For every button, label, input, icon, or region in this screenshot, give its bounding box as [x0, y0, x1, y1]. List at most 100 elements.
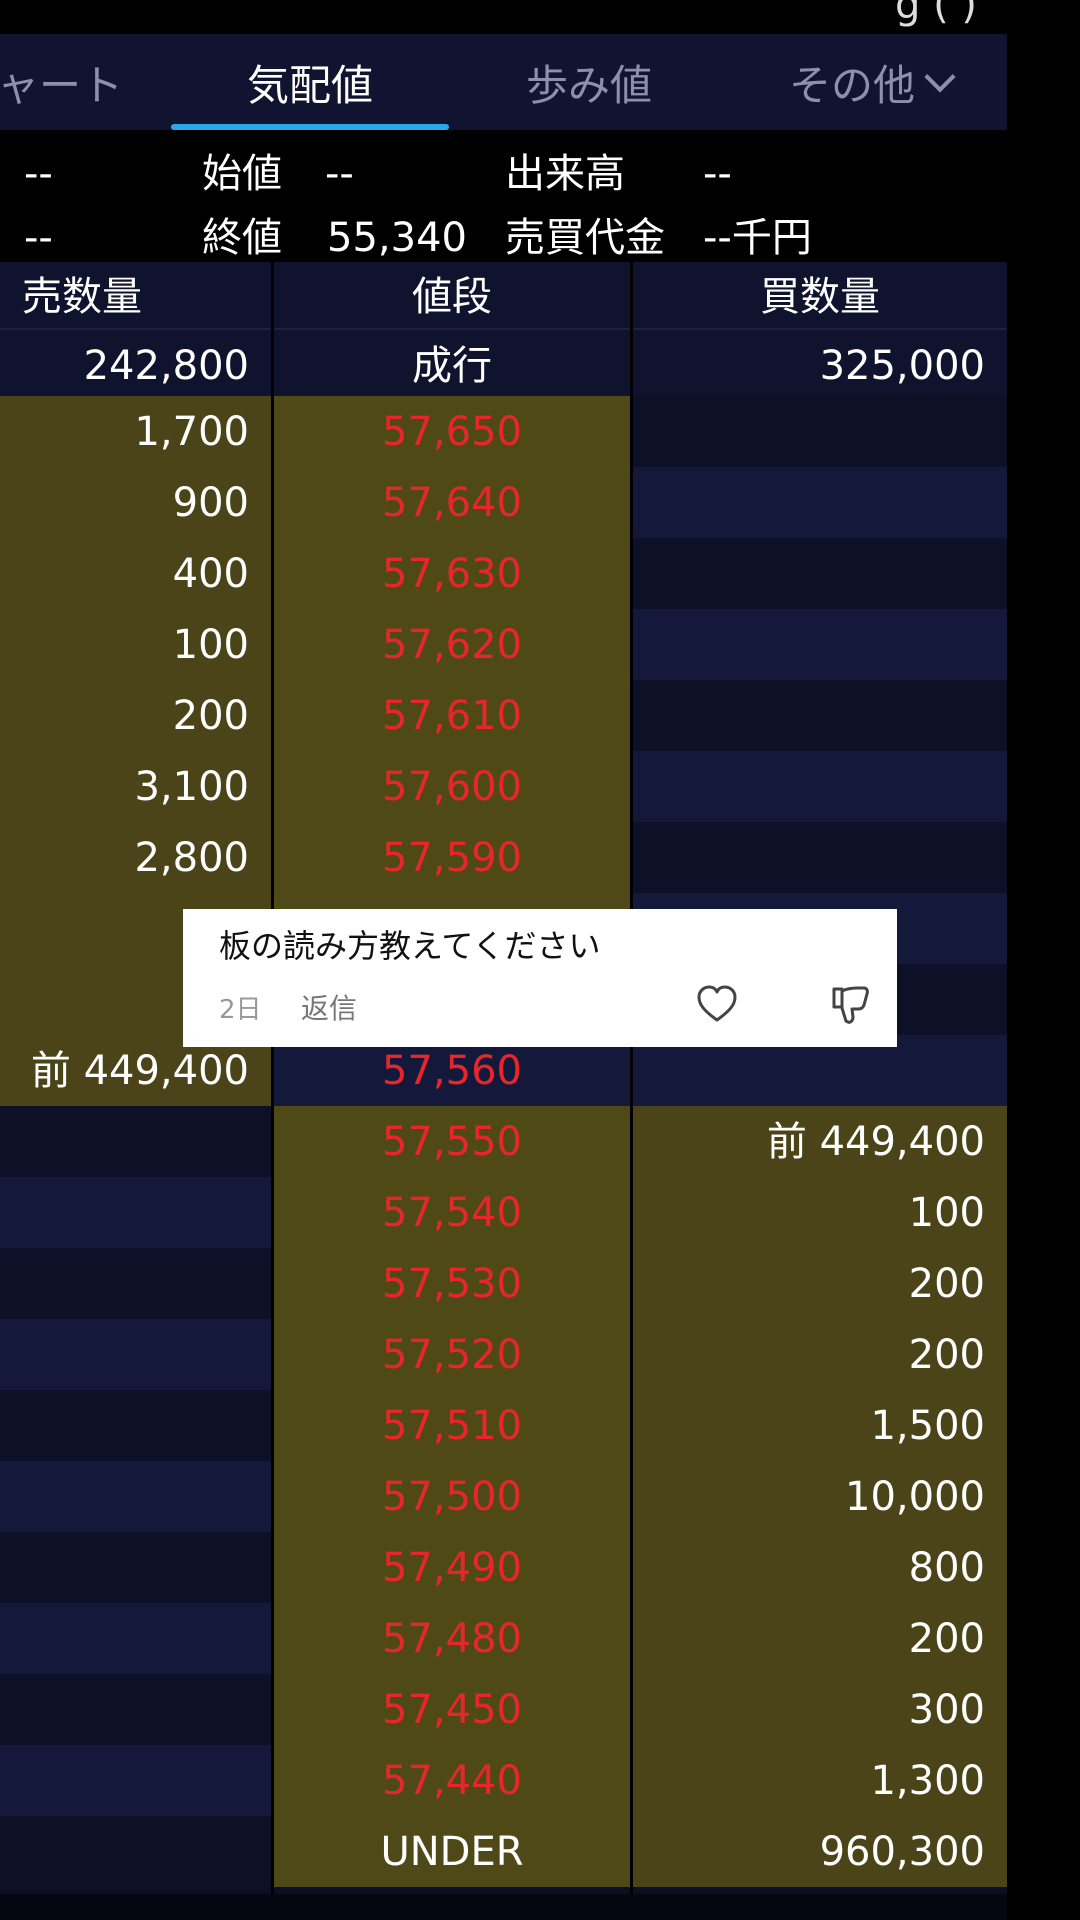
price-value: 57,590 — [382, 835, 522, 881]
table-row: 57,550 前 449,400 — [0, 1106, 1007, 1177]
market-buy-qty: 325,000 — [819, 343, 985, 389]
price-cell[interactable]: 57,500 — [274, 1461, 630, 1532]
summary-left-bottom: -- — [24, 215, 53, 261]
price-cell[interactable]: 57,510 — [274, 1390, 630, 1461]
price-value: 57,610 — [382, 693, 522, 739]
buy-qty-cell: 300 — [633, 1674, 1007, 1745]
price-cell[interactable]: 57,620 — [274, 609, 630, 680]
sell-qty-cell: 200 — [0, 680, 271, 751]
heart-icon[interactable] — [695, 983, 739, 1027]
price-cell[interactable]: 57,450 — [274, 1674, 630, 1745]
price-cell[interactable]: 57,640 — [274, 467, 630, 538]
sell-qty-cell — [0, 1603, 271, 1674]
table-row: 2,800 57,590 — [0, 822, 1007, 893]
price-value: UNDER — [380, 1829, 524, 1875]
tab-bar: ャート 気配値 歩み値 その他 — [0, 34, 1007, 130]
price-cell[interactable]: 57,530 — [274, 1248, 630, 1319]
price-cell[interactable]: 57,490 — [274, 1532, 630, 1603]
sell-qty: 1,700 — [134, 409, 249, 455]
table-row: 57,530 200 — [0, 1248, 1007, 1319]
table-row: 57,520 200 — [0, 1319, 1007, 1390]
turnover-label: 売買代金 — [505, 215, 665, 261]
sell-qty-cell: 900 — [0, 467, 271, 538]
sell-qty-cell: 1,700 — [0, 396, 271, 467]
buy-qty-cell: 800 — [633, 1532, 1007, 1603]
price-cell[interactable]: 57,610 — [274, 680, 630, 751]
buy-qty-cell: 200 — [633, 1603, 1007, 1674]
comment-time: 2日 — [219, 995, 262, 1025]
column-divider — [271, 262, 274, 1894]
buy-qty: 1,500 — [870, 1403, 985, 1449]
buy-qty: 300 — [908, 1687, 985, 1733]
open-value: -- — [325, 151, 354, 197]
buy-qty: 960,300 — [819, 1829, 985, 1875]
table-row: 900 57,640 — [0, 467, 1007, 538]
summary-left-top: -- — [24, 151, 53, 197]
buy-qty-cell: 960,300 — [633, 1816, 1007, 1887]
price-cell[interactable]: UNDER — [274, 1816, 630, 1887]
chevron-down-icon — [924, 61, 956, 93]
buy-qty: 100 — [908, 1190, 985, 1236]
table-row: 57,450 300 — [0, 1674, 1007, 1745]
table-row: 57,510 1,500 — [0, 1390, 1007, 1461]
price-cell[interactable]: 57,600 — [274, 751, 630, 822]
tab-more-label: その他 — [788, 61, 915, 110]
price-value: 57,510 — [382, 1403, 522, 1449]
comment-text: 板の読み方教えてください — [219, 927, 601, 965]
sell-qty: 400 — [172, 551, 249, 597]
buy-qty-cell — [633, 680, 1007, 751]
tab-chart[interactable]: ャート — [0, 34, 140, 130]
sell-qty-cell — [0, 1319, 271, 1390]
buy-qty-cell: 10,000 — [633, 1461, 1007, 1532]
table-row: UNDER 960,300 — [0, 1816, 1007, 1887]
buy-qty-cell: 前 449,400 — [633, 1106, 1007, 1177]
price-value: 57,520 — [382, 1332, 522, 1378]
open-label: 始値 — [202, 151, 282, 197]
price-cell[interactable]: 57,590 — [274, 822, 630, 893]
tab-time-and-sales[interactable]: 歩み値 — [450, 34, 728, 130]
price-cell[interactable]: 57,630 — [274, 538, 630, 609]
tab-quotes[interactable]: 気配値 — [171, 34, 449, 130]
buy-qty: 200 — [908, 1332, 985, 1378]
price-cell[interactable]: 57,550 — [274, 1106, 630, 1177]
price-cell[interactable]: 57,540 — [274, 1177, 630, 1248]
nav-bar — [0, 1894, 1007, 1920]
close-label: 終値 — [202, 215, 282, 261]
thumbs-down-icon[interactable] — [828, 983, 872, 1027]
price-value: 57,480 — [382, 1616, 522, 1662]
buy-qty-cell — [633, 751, 1007, 822]
price-cell[interactable]: 57,440 — [274, 1745, 630, 1816]
table-row: 1,700 57,650 — [0, 396, 1007, 467]
reply-button[interactable]: 返信 — [301, 987, 357, 1027]
volume-label: 出来高 — [505, 151, 625, 197]
price-value: 57,630 — [382, 551, 522, 597]
status-bar-text: g ( ) — [894, 0, 977, 28]
column-header: 売数量 値段 買数量 — [0, 262, 1007, 328]
price-cell[interactable]: 57,650 — [274, 396, 630, 467]
sell-qty: 100 — [172, 622, 249, 668]
tab-more[interactable]: その他 — [735, 34, 1005, 130]
order-book-screen: g ( ) ャート 気配値 歩み値 その他 -- -- 始値 -- 終値 55,… — [0, 0, 1007, 1920]
market-order-label: 成行 — [412, 343, 492, 389]
price-cell[interactable]: 57,480 — [274, 1603, 630, 1674]
sell-qty-cell — [0, 1674, 271, 1745]
table-row: 100 57,620 — [0, 609, 1007, 680]
buy-qty-cell: 100 — [633, 1177, 1007, 1248]
price-value: 57,620 — [382, 622, 522, 668]
buy-qty-cell — [633, 467, 1007, 538]
buy-qty: 10,000 — [845, 1474, 985, 1520]
price-value: 57,650 — [382, 409, 522, 455]
price-cell[interactable]: 57,520 — [274, 1319, 630, 1390]
sell-qty-cell — [0, 1177, 271, 1248]
table-row: 57,490 800 — [0, 1532, 1007, 1603]
sell-qty-cell: 400 — [0, 538, 271, 609]
sell-qty-header: 売数量 — [22, 274, 142, 320]
close-value: 55,340 — [327, 215, 467, 261]
price-value: 57,490 — [382, 1545, 522, 1591]
table-row: 57,480 200 — [0, 1603, 1007, 1674]
comment-popup[interactable]: 板の読み方教えてください 2日 返信 — [183, 909, 897, 1047]
buy-qty: 200 — [908, 1261, 985, 1307]
sell-qty-cell — [0, 1461, 271, 1532]
sell-qty-cell — [0, 1532, 271, 1603]
buy-qty-header: 買数量 — [760, 274, 880, 320]
